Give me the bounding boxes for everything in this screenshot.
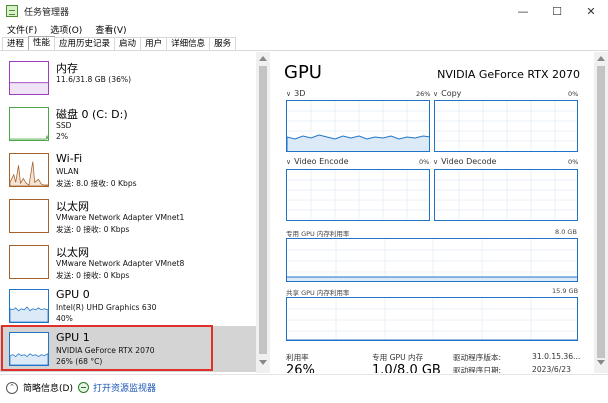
open-resource-monitor-link[interactable]: 打开资源监视器 (78, 381, 156, 394)
engine-percent: 0% (568, 90, 579, 98)
memory-thumbnail-graph (9, 61, 49, 95)
resource-name: GPU 0 (56, 288, 90, 301)
driver-date-value: 2023/6/23 (532, 365, 571, 373)
fewer-details-button[interactable]: ⌃ 简略信息(D) (6, 381, 73, 394)
chevron-down-icon: ∨ (433, 89, 439, 98)
ethernet-thumbnail-graph (9, 199, 49, 233)
driver-date-label: 驱动程序日期: (453, 366, 502, 373)
tab-performance[interactable]: 性能 (28, 36, 56, 50)
tab-users[interactable]: 用户 (140, 37, 168, 50)
tab-startup[interactable]: 启动 (114, 37, 142, 50)
gpu0-thumbnail-graph (9, 289, 49, 323)
detail-title: GPU (284, 62, 322, 83)
resource-detail: SSD (56, 121, 72, 130)
resource-item-ethernet-vmnet8[interactable]: 以太网 VMware Network Adapter VMnet8 发送: 0 … (0, 239, 256, 285)
shared-memory-graph (286, 297, 578, 341)
scroll-down-arrow-icon[interactable] (597, 360, 605, 365)
task-manager-icon (6, 5, 18, 17)
engine-percent: 0% (568, 158, 579, 166)
engine-name: Copy (441, 89, 462, 98)
dedicated-memory-stat-value: 1.0/8.0 GB (372, 363, 441, 373)
shared-memory-label: 共享 GPU 内存利用率 (286, 289, 350, 297)
engine-selector-3d[interactable]: ∨ 3D (286, 89, 305, 98)
resource-name: 以太网 (56, 246, 89, 259)
resource-throughput: 发送: 0 接收: 0 Kbps (56, 271, 130, 280)
resource-usage: 40% (56, 314, 73, 323)
resource-name: 内存 (56, 62, 78, 75)
scroll-up-arrow-icon[interactable] (597, 56, 605, 61)
resource-usage: 2% (56, 132, 69, 141)
resource-item-wifi[interactable]: Wi-Fi WLAN 发送: 8.0 接收: 0 Kbps (0, 147, 256, 193)
engine-graph-copy (434, 100, 578, 152)
tab-bar: 进程 性能 应用历史记录 启动 用户 详细信息 服务 (0, 36, 608, 51)
resource-monitor-icon (78, 382, 89, 393)
footer-bar: ⌃ 简略信息(D) 打开资源监视器 (0, 374, 608, 403)
dedicated-memory-graph (286, 238, 578, 282)
tab-details[interactable]: 详细信息 (166, 37, 211, 50)
engine-graph-video-encode (286, 169, 430, 221)
resource-name: Wi-Fi (56, 152, 83, 165)
chevron-down-icon: ∨ (286, 157, 292, 166)
utilization-label: 利用率 (286, 353, 309, 362)
engine-name: Video Encode (294, 157, 349, 166)
gpu-model-name: NVIDIA GeForce RTX 2070 (437, 68, 580, 81)
chevron-down-icon: ∨ (286, 89, 292, 98)
resource-throughput: 发送: 8.0 接收: 0 Kbps (56, 179, 137, 188)
gpu-detail-panel: GPU NVIDIA GeForce RTX 2070 ∨ 3D 26% ∨ C… (272, 52, 594, 373)
driver-version-label: 驱动程序版本: (453, 353, 502, 362)
menu-options[interactable]: 选项(O) (50, 23, 82, 36)
chevron-up-circle-icon: ⌃ (6, 381, 18, 394)
ethernet-thumbnail-graph (9, 245, 49, 279)
resource-item-ethernet-vmnet1[interactable]: 以太网 VMware Network Adapter VMnet1 发送: 0 … (0, 193, 256, 239)
maximize-button[interactable]: ☐ (540, 0, 574, 22)
engine-graph-3d (286, 100, 430, 152)
window-title: 任务管理器 (24, 7, 70, 18)
title-bar: 任务管理器 — ☐ ✕ (0, 0, 608, 22)
menu-bar: 文件(F) 选项(O) 查看(V) (0, 22, 608, 36)
dedicated-memory-label: 专用 GPU 内存利用率 (286, 230, 350, 238)
driver-version-value: 31.0.15.36... (532, 352, 581, 361)
scroll-down-arrow-icon[interactable] (259, 360, 267, 365)
tab-app-history[interactable]: 应用历史记录 (54, 37, 116, 50)
resource-detail: VMware Network Adapter VMnet8 (56, 259, 185, 268)
resource-detail: Intel(R) UHD Graphics 630 (56, 303, 157, 312)
menu-view[interactable]: 查看(V) (95, 23, 126, 36)
resource-detail: VMware Network Adapter VMnet1 (56, 213, 185, 222)
engine-selector-video-encode[interactable]: ∨ Video Encode (286, 157, 349, 166)
detail-scroll-thumb[interactable] (597, 66, 605, 358)
engine-graph-video-decode (434, 169, 578, 221)
tab-processes[interactable]: 进程 (2, 37, 30, 50)
scroll-thumb[interactable] (259, 66, 267, 354)
resource-detail: 11.6/31.8 GB (36%) (56, 75, 132, 84)
resource-throughput: 发送: 0 接收: 0 Kbps (56, 225, 130, 234)
dedicated-memory-max: 8.0 GB (555, 228, 577, 236)
window-controls: — ☐ ✕ (506, 0, 608, 22)
menu-file[interactable]: 文件(F) (7, 23, 37, 36)
engine-percent: 0% (419, 158, 430, 166)
engine-selector-copy[interactable]: ∨ Copy (433, 89, 461, 98)
resource-item-disk[interactable]: 磁盘 0 (C: D:) SSD 2% (0, 101, 256, 147)
resource-detail: WLAN (56, 167, 79, 176)
chevron-down-icon: ∨ (433, 157, 439, 166)
utilization-value: 26% (286, 363, 315, 373)
engine-selector-video-decode[interactable]: ∨ Video Decode (433, 157, 496, 166)
dedicated-memory-stat-label: 专用 GPU 内存 (372, 353, 424, 362)
scroll-up-arrow-icon[interactable] (259, 56, 267, 61)
minimize-button[interactable]: — (506, 0, 540, 22)
resource-name: 以太网 (56, 200, 89, 213)
engine-name: 3D (294, 89, 306, 98)
engine-percent: 26% (416, 90, 431, 98)
resource-item-memory[interactable]: 内存 11.6/31.8 GB (36%) (0, 55, 256, 101)
tab-services[interactable]: 服务 (209, 37, 237, 50)
shared-memory-max: 15.9 GB (552, 287, 579, 295)
resource-name: 磁盘 0 (C: D:) (56, 108, 128, 121)
fewer-details-label: 简略信息(D) (23, 384, 73, 394)
close-button[interactable]: ✕ (574, 0, 608, 22)
open-resource-monitor-label: 打开资源监视器 (93, 384, 157, 394)
wifi-thumbnail-graph (9, 153, 49, 187)
selection-highlight-box (1, 325, 213, 371)
resource-item-gpu0[interactable]: GPU 0 Intel(R) UHD Graphics 630 40% (0, 283, 256, 329)
disk-thumbnail-graph (9, 107, 49, 141)
engine-name: Video Decode (441, 157, 497, 166)
